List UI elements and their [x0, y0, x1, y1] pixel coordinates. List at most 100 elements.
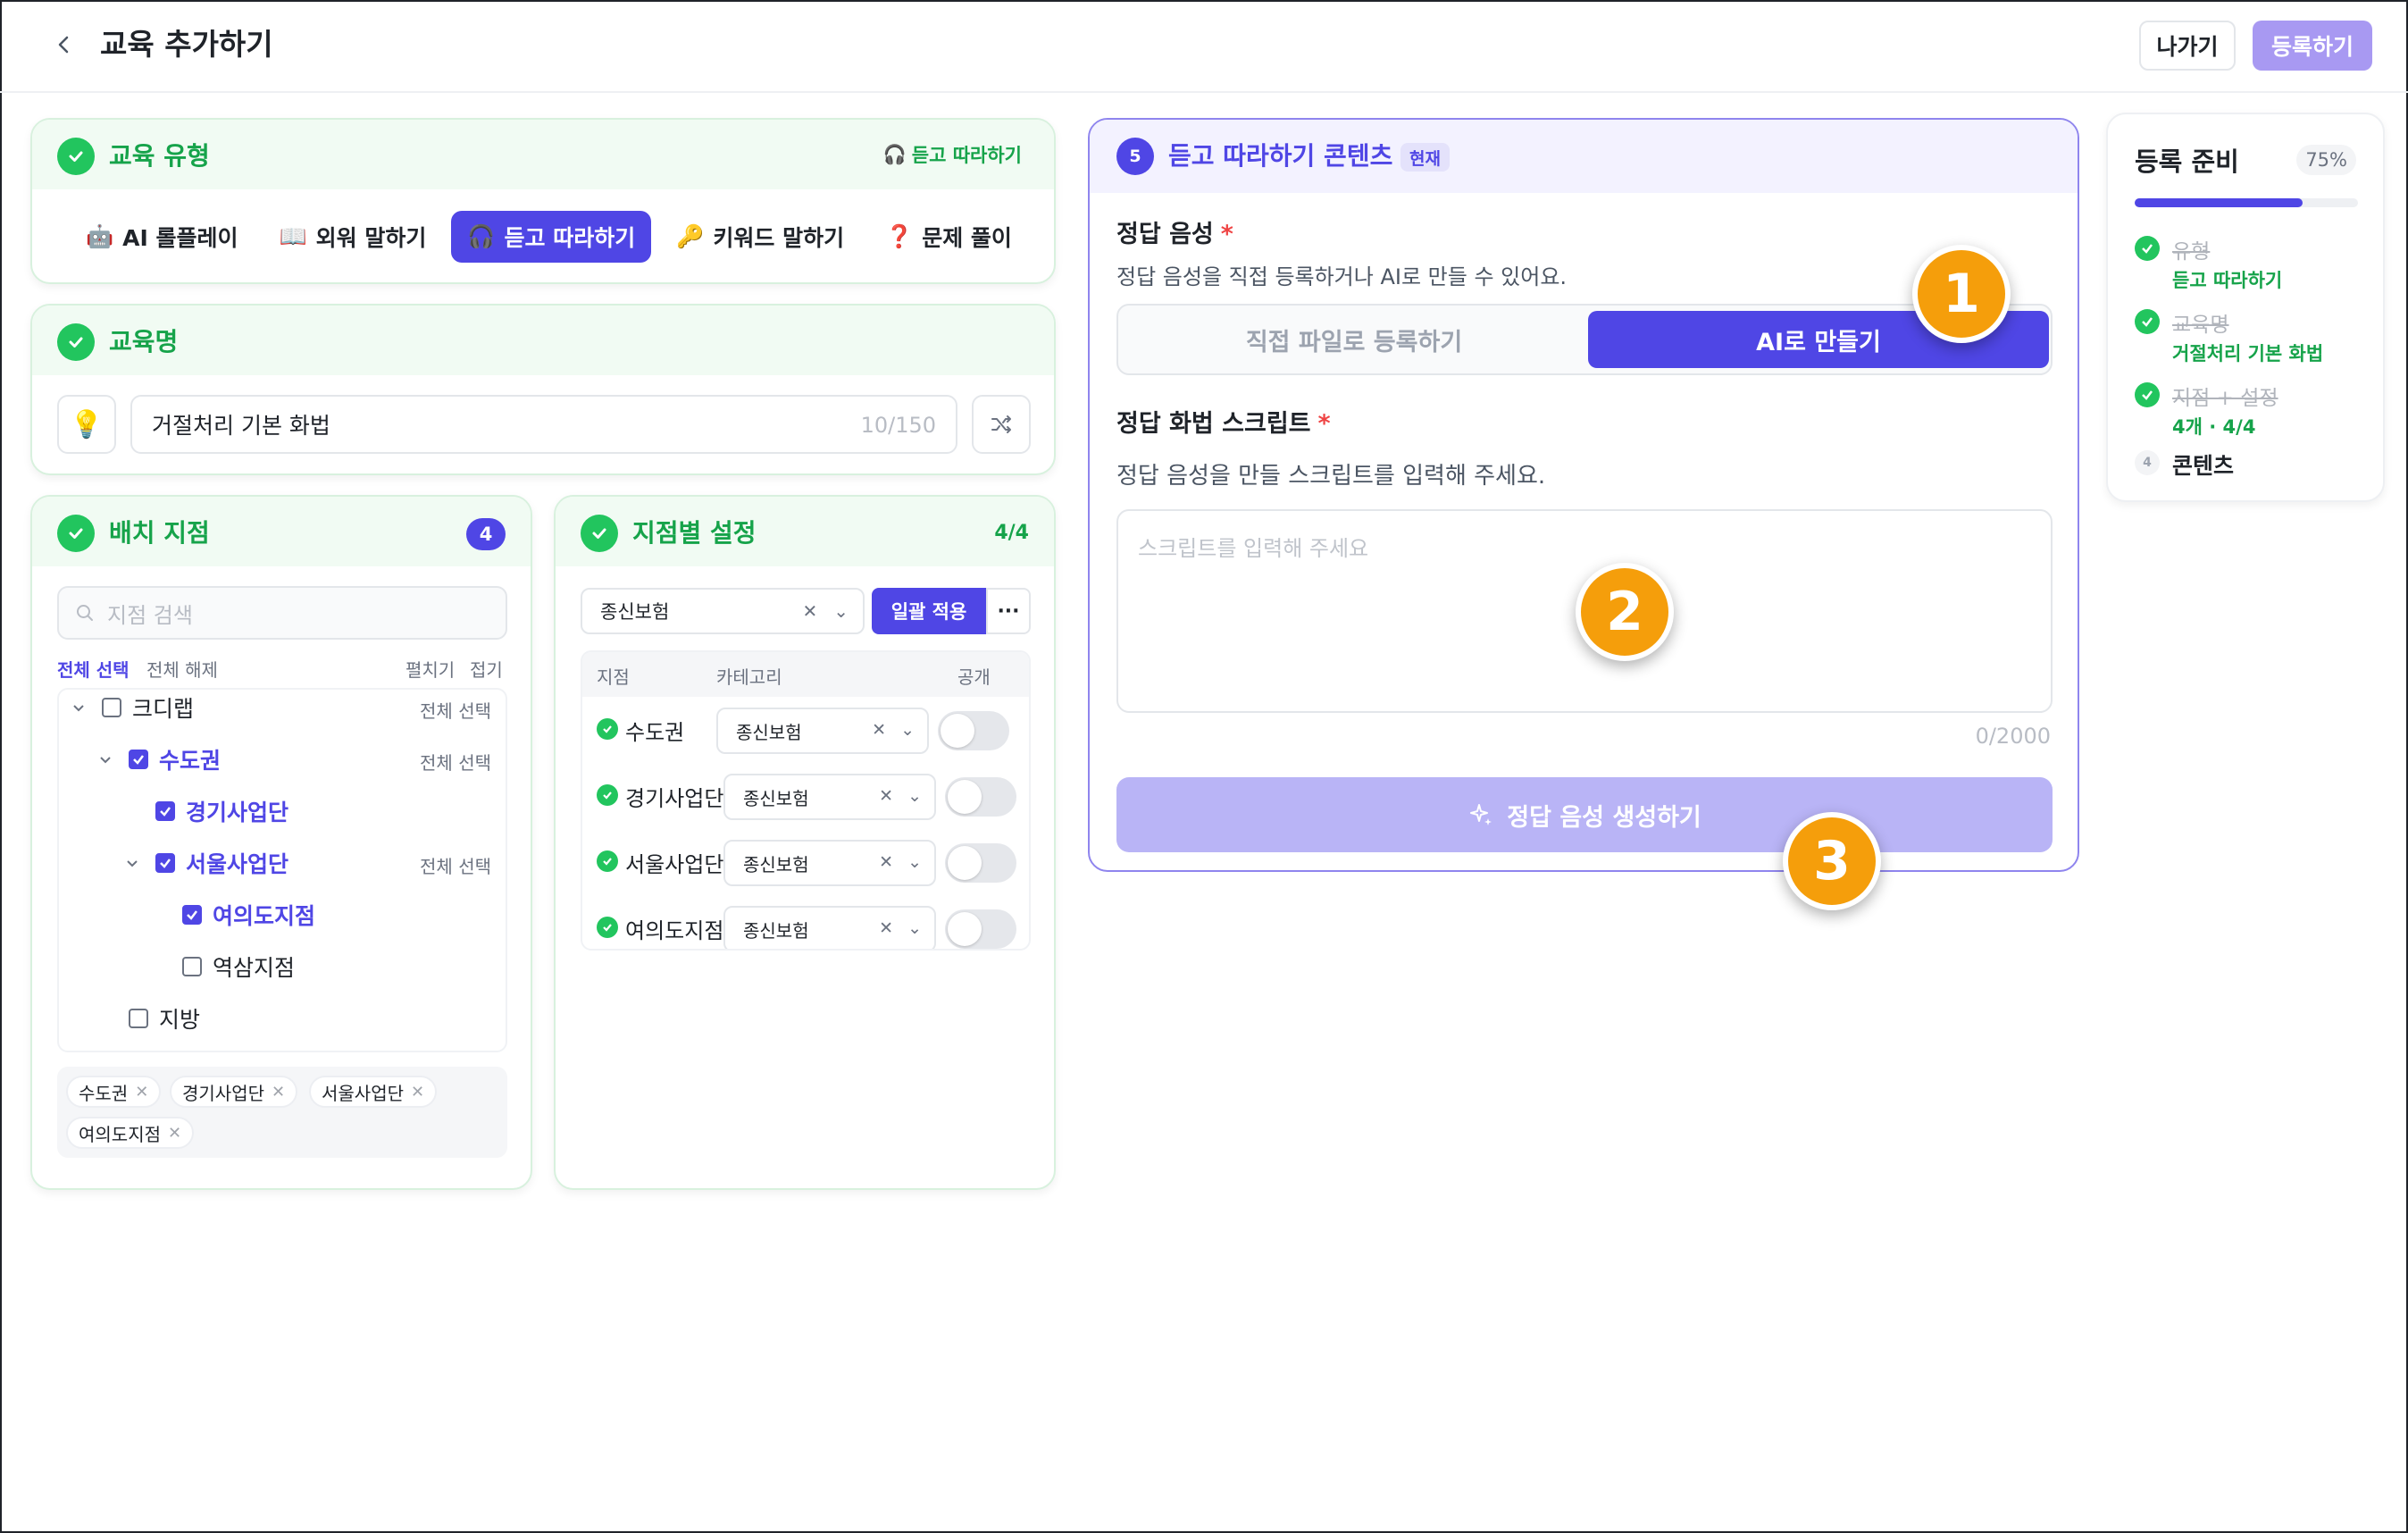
deselect-all-link[interactable]: 전체 해제	[146, 656, 218, 682]
category-select[interactable]: 종신보험 ✕ ⌄	[581, 588, 865, 634]
tree-item-seoul[interactable]: 서울사업단	[155, 845, 288, 881]
chevron-down-icon: ⌄	[900, 720, 915, 740]
tab-quiz[interactable]: ❓ 문제 풀이	[869, 211, 1028, 263]
checkbox-checked[interactable]	[155, 853, 175, 873]
clear-icon[interactable]: ✕	[879, 918, 893, 938]
audio-section-desc: 정답 음성을 직접 등록하거나 AI로 만들 수 있어요.	[1116, 264, 1568, 289]
headphones-icon: 🎧	[467, 223, 496, 249]
more-options-button[interactable]: ···	[986, 588, 1031, 634]
branch-search-input[interactable]: 지점 검색	[57, 586, 507, 640]
question-icon: ❓	[885, 223, 914, 249]
selected-count-badge: 4	[466, 518, 506, 550]
type-tabs: 🤖 AI 롤플레이 📖 외워 말하기 🎧 듣고 따라하기 🔑 키워드 말하기 ❓ 문제 풀…	[70, 211, 1028, 263]
table-row: 수도권 종신보험 ✕ ⌄	[582, 697, 1029, 763]
tab-keyword-speak[interactable]: 🔑 키워드 말하기	[660, 211, 860, 263]
chevron-down-icon[interactable]	[70, 699, 88, 716]
tab-ai-roleplay[interactable]: 🤖 AI 롤플레이	[70, 211, 255, 263]
chip-gyeonggi: 경기사업단 ✕	[170, 1076, 298, 1108]
education-name-card: 교육명 💡 거절처리 기본 화법 10/150	[30, 304, 1056, 475]
row-category-select[interactable]: 종신보험 ✕ ⌄	[723, 906, 936, 949]
progress-fill	[2135, 198, 2303, 207]
check-icon	[597, 784, 618, 806]
chevron-down-icon[interactable]	[96, 750, 114, 768]
readiness-percent: 75%	[2296, 145, 2356, 175]
selected-chips: 수도권 ✕ 경기사업단 ✕ 서울사업단 ✕ 여의도지점 ✕	[57, 1067, 507, 1158]
checkbox-checked[interactable]	[155, 801, 175, 821]
search-icon	[77, 605, 93, 621]
select-all-link[interactable]: 전체 선택	[57, 656, 130, 682]
step-number: 4	[2135, 450, 2160, 475]
tree-item-yeouido[interactable]: 여의도지점	[182, 897, 315, 933]
checkbox[interactable]	[129, 1009, 148, 1028]
check-icon	[581, 515, 618, 552]
checkbox[interactable]	[182, 957, 202, 976]
tab-listen-repeat[interactable]: 🎧 듣고 따라하기	[451, 211, 652, 263]
branch-placement-card: 배치 지점 4 지점 검색 전체 선택 전체 해제 펼치기 접기 크디랩 전체 …	[30, 495, 532, 1190]
row-category-select[interactable]: 종신보험 ✕ ⌄	[723, 840, 936, 886]
tree-item-capital[interactable]: 수도권	[129, 741, 221, 777]
chevron-down-icon: ⌄	[907, 852, 922, 872]
lightbulb-icon: 💡	[70, 408, 104, 440]
close-icon[interactable]: ✕	[135, 1083, 148, 1102]
checkbox-checked[interactable]	[129, 750, 148, 769]
check-icon	[2135, 382, 2160, 407]
education-name-input[interactable]: 거절처리 기본 화법 10/150	[130, 395, 957, 454]
char-count: 10/150	[860, 413, 936, 438]
checkbox[interactable]	[102, 698, 121, 717]
shuffle-button[interactable]	[972, 395, 1031, 454]
tab-memorize-speak[interactable]: 📖 외워 말하기	[263, 211, 443, 263]
expand-link[interactable]: 펼치기	[406, 656, 455, 682]
chip-capital: 수도권 ✕	[66, 1076, 162, 1108]
tree-item-regional[interactable]: 지방	[129, 1001, 200, 1036]
tree-item-kdlab[interactable]: 크디랩	[102, 690, 194, 725]
collapse-link[interactable]: 접기	[470, 656, 503, 682]
chevron-down-icon[interactable]	[123, 854, 141, 872]
settings-count: 4/4	[994, 522, 1029, 544]
close-icon[interactable]: ✕	[168, 1124, 181, 1143]
script-char-count: 0/2000	[1975, 724, 2051, 749]
clear-icon[interactable]: ✕	[879, 786, 893, 806]
table-row: 서울사업단 종신보험 ✕ ⌄	[582, 829, 1029, 895]
clear-icon[interactable]: ✕	[879, 852, 893, 872]
tree-item-yeoksam[interactable]: 역삼지점	[182, 949, 295, 984]
chevron-down-icon: ⌄	[907, 918, 922, 938]
card-title: 배치 지점	[109, 518, 210, 548]
close-icon[interactable]: ✕	[411, 1083, 424, 1102]
suggest-button[interactable]: 💡	[57, 395, 116, 454]
public-toggle[interactable]	[945, 777, 1016, 817]
check-icon	[2135, 236, 2160, 261]
checkbox-checked[interactable]	[182, 905, 202, 925]
chevron-left-icon	[58, 36, 69, 54]
upload-file-option[interactable]: 직접 파일로 등록하기	[1124, 311, 1584, 368]
check-icon	[2135, 309, 2160, 334]
back-button[interactable]	[46, 27, 82, 63]
public-toggle[interactable]	[945, 843, 1016, 883]
table-row: 여의도지점 종신보험 ✕ ⌄	[582, 895, 1029, 949]
clear-icon[interactable]: ✕	[872, 720, 886, 740]
row-category-select[interactable]: 종신보험 ✕ ⌄	[723, 774, 936, 820]
row-category-select[interactable]: 종신보험 ✕ ⌄	[716, 708, 929, 754]
row-select-all[interactable]: 전체 선택	[420, 749, 491, 775]
register-button[interactable]: 등록하기	[2253, 21, 2372, 71]
generate-audio-button[interactable]: 정답 음성 생성하기	[1116, 777, 2053, 852]
check-icon	[57, 515, 95, 552]
bulk-apply-button[interactable]: 일괄 적용	[872, 588, 986, 634]
check-icon	[57, 138, 95, 175]
key-icon: 🔑	[676, 223, 705, 249]
exit-button[interactable]: 나가기	[2139, 21, 2236, 71]
row-select-all[interactable]: 전체 선택	[420, 697, 491, 723]
row-select-all[interactable]: 전체 선택	[420, 852, 491, 878]
close-icon[interactable]: ✕	[272, 1083, 285, 1102]
card-header	[556, 497, 1054, 566]
check-icon	[597, 917, 618, 938]
annotation-marker-2: 2	[1576, 563, 1674, 661]
check-icon	[597, 850, 618, 872]
step-number: 5	[1116, 138, 1154, 175]
tree-item-gyeonggi[interactable]: 경기사업단	[155, 793, 288, 829]
script-section-label: 정답 화법 스크립트 *	[1116, 410, 1331, 438]
card-title: 듣고 따라하기 콘텐츠	[1168, 141, 1393, 171]
public-toggle[interactable]	[938, 711, 1009, 750]
clear-icon[interactable]: ✕	[802, 600, 817, 622]
public-toggle[interactable]	[945, 909, 1016, 949]
page-header: 교육 추가하기 나가기 등록하기	[0, 0, 2408, 93]
